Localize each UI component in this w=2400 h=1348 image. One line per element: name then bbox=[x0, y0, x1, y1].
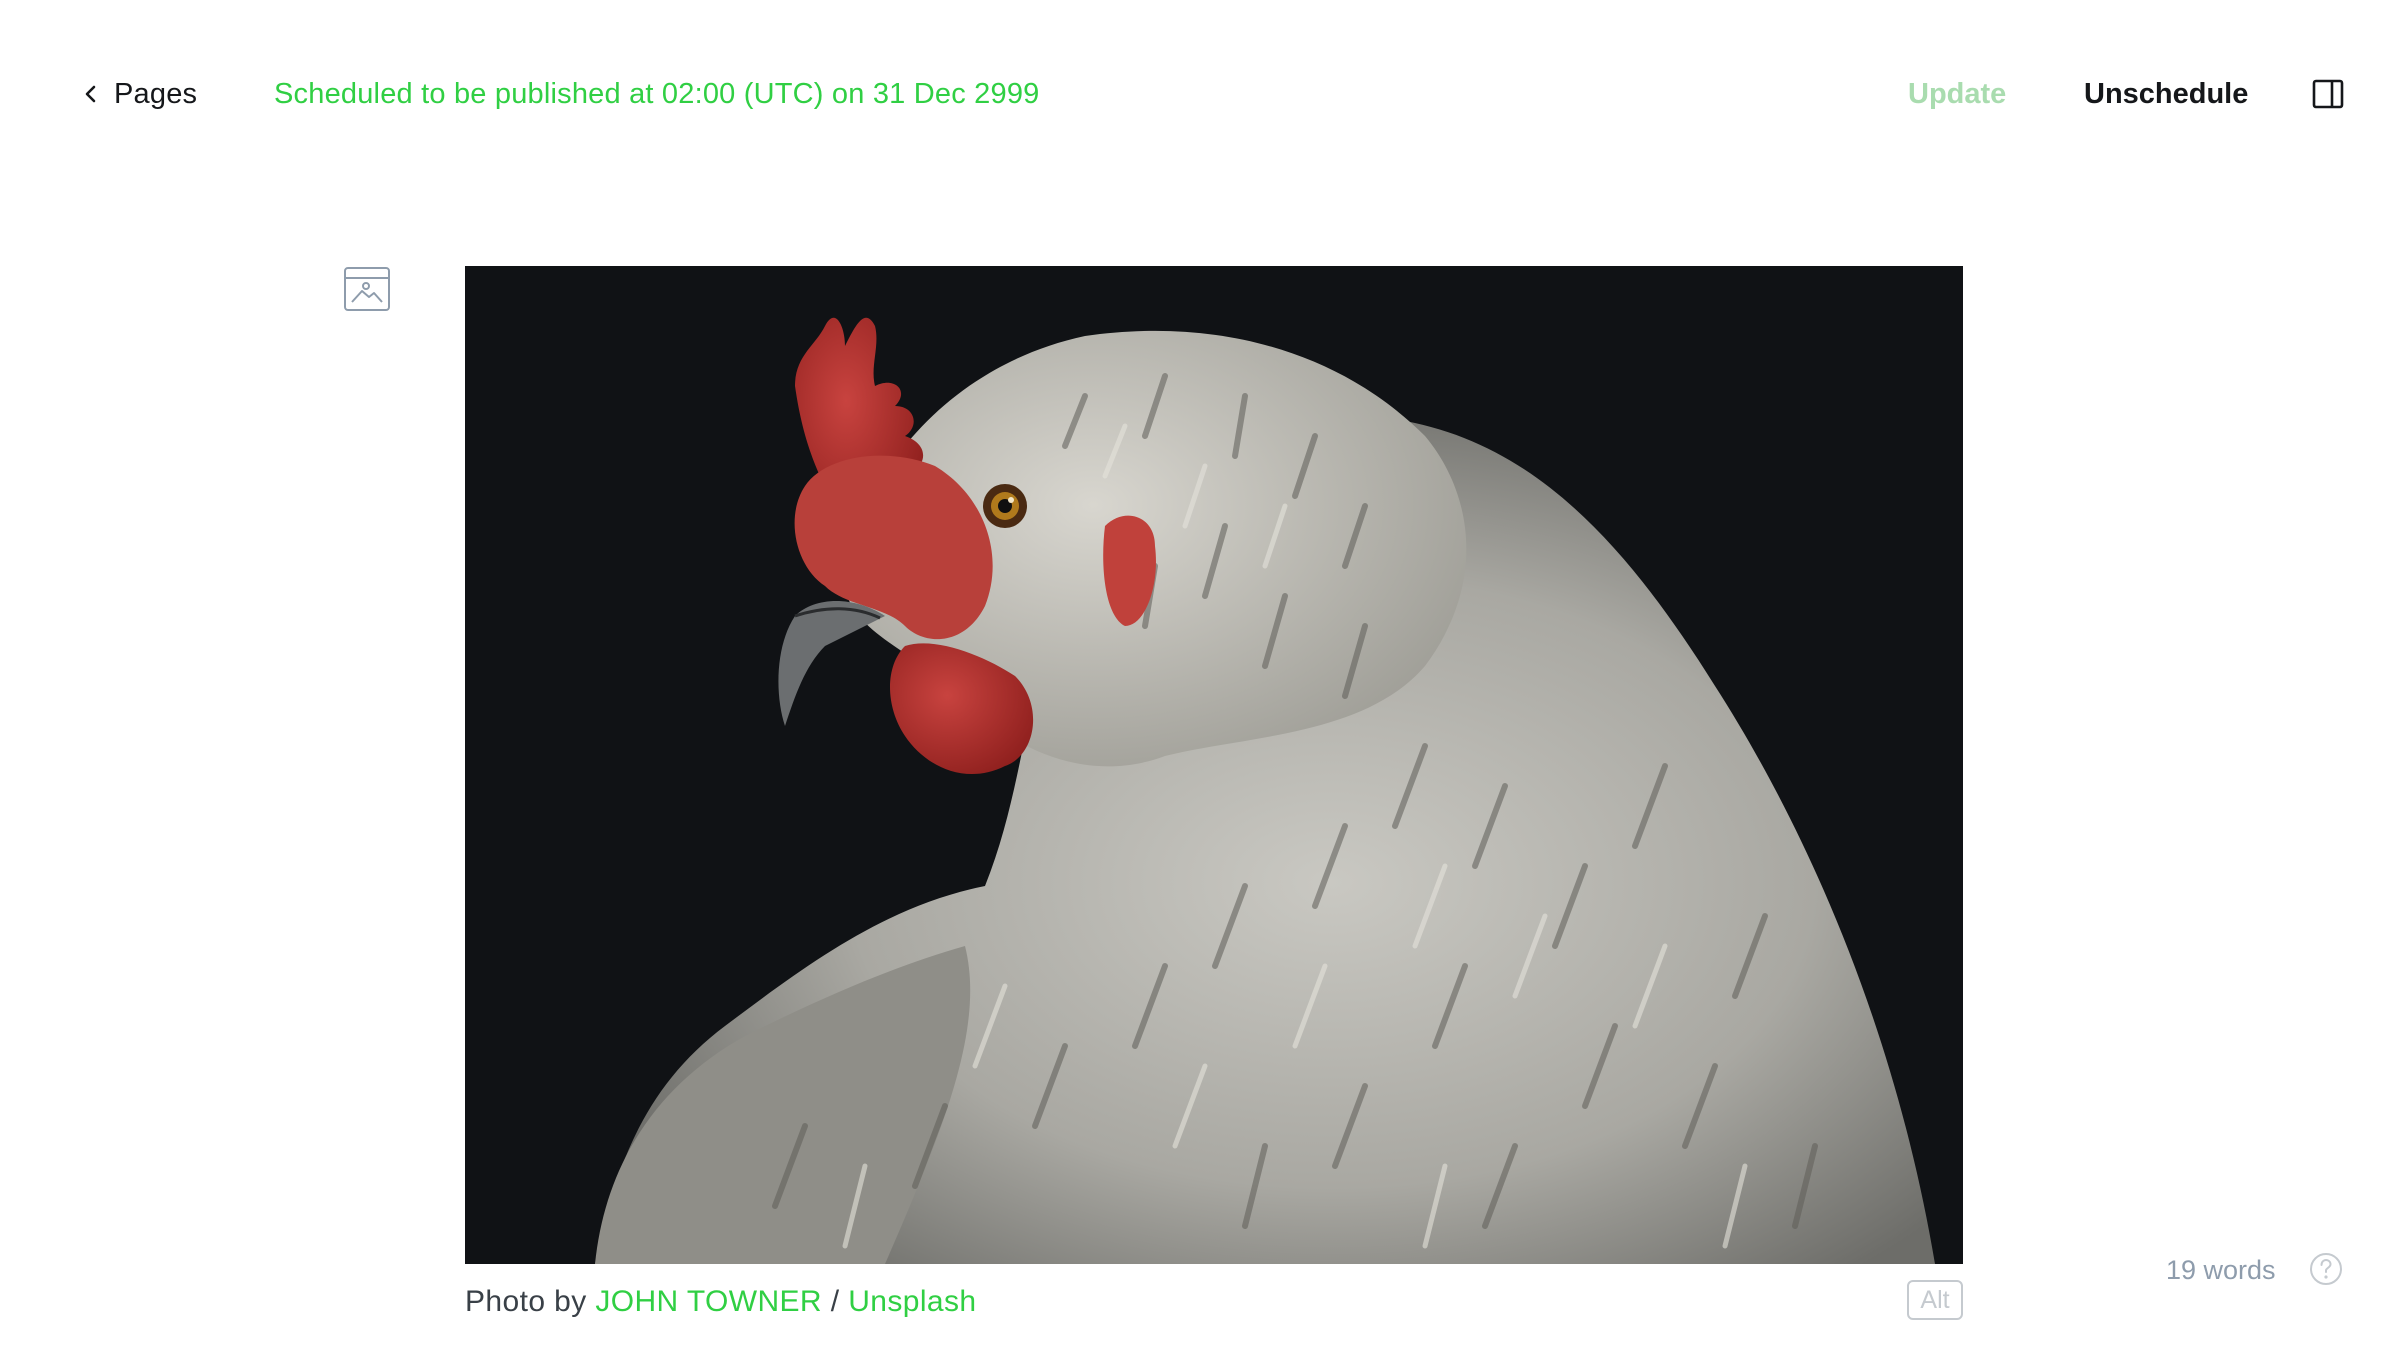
update-button[interactable]: Update bbox=[1908, 72, 2006, 116]
back-to-pages-link[interactable]: Pages bbox=[84, 72, 197, 116]
word-count: 19 words bbox=[2166, 1254, 2276, 1285]
caption-separator: / bbox=[822, 1285, 849, 1318]
image-card-icon[interactable] bbox=[343, 266, 391, 312]
caption-prefix: Photo by bbox=[465, 1285, 596, 1318]
author-link[interactable]: JOHN TOWNER bbox=[595, 1285, 822, 1319]
help-circle-icon[interactable] bbox=[2309, 1252, 2343, 1286]
image-caption[interactable]: Photo by JOHN TOWNER / Unsplash bbox=[465, 1280, 977, 1324]
back-link-label: Pages bbox=[114, 77, 198, 110]
unschedule-button[interactable]: Unschedule bbox=[2084, 72, 2248, 116]
feature-image[interactable] bbox=[465, 266, 1963, 1264]
schedule-status: Scheduled to be published at 02:00 (UTC)… bbox=[274, 77, 1040, 110]
chevron-left-icon bbox=[85, 85, 96, 103]
sidebar-toggle-icon[interactable] bbox=[2311, 77, 2345, 111]
source-link[interactable]: Unsplash bbox=[848, 1285, 976, 1319]
alt-text-button[interactable]: Alt bbox=[1907, 1280, 1963, 1320]
